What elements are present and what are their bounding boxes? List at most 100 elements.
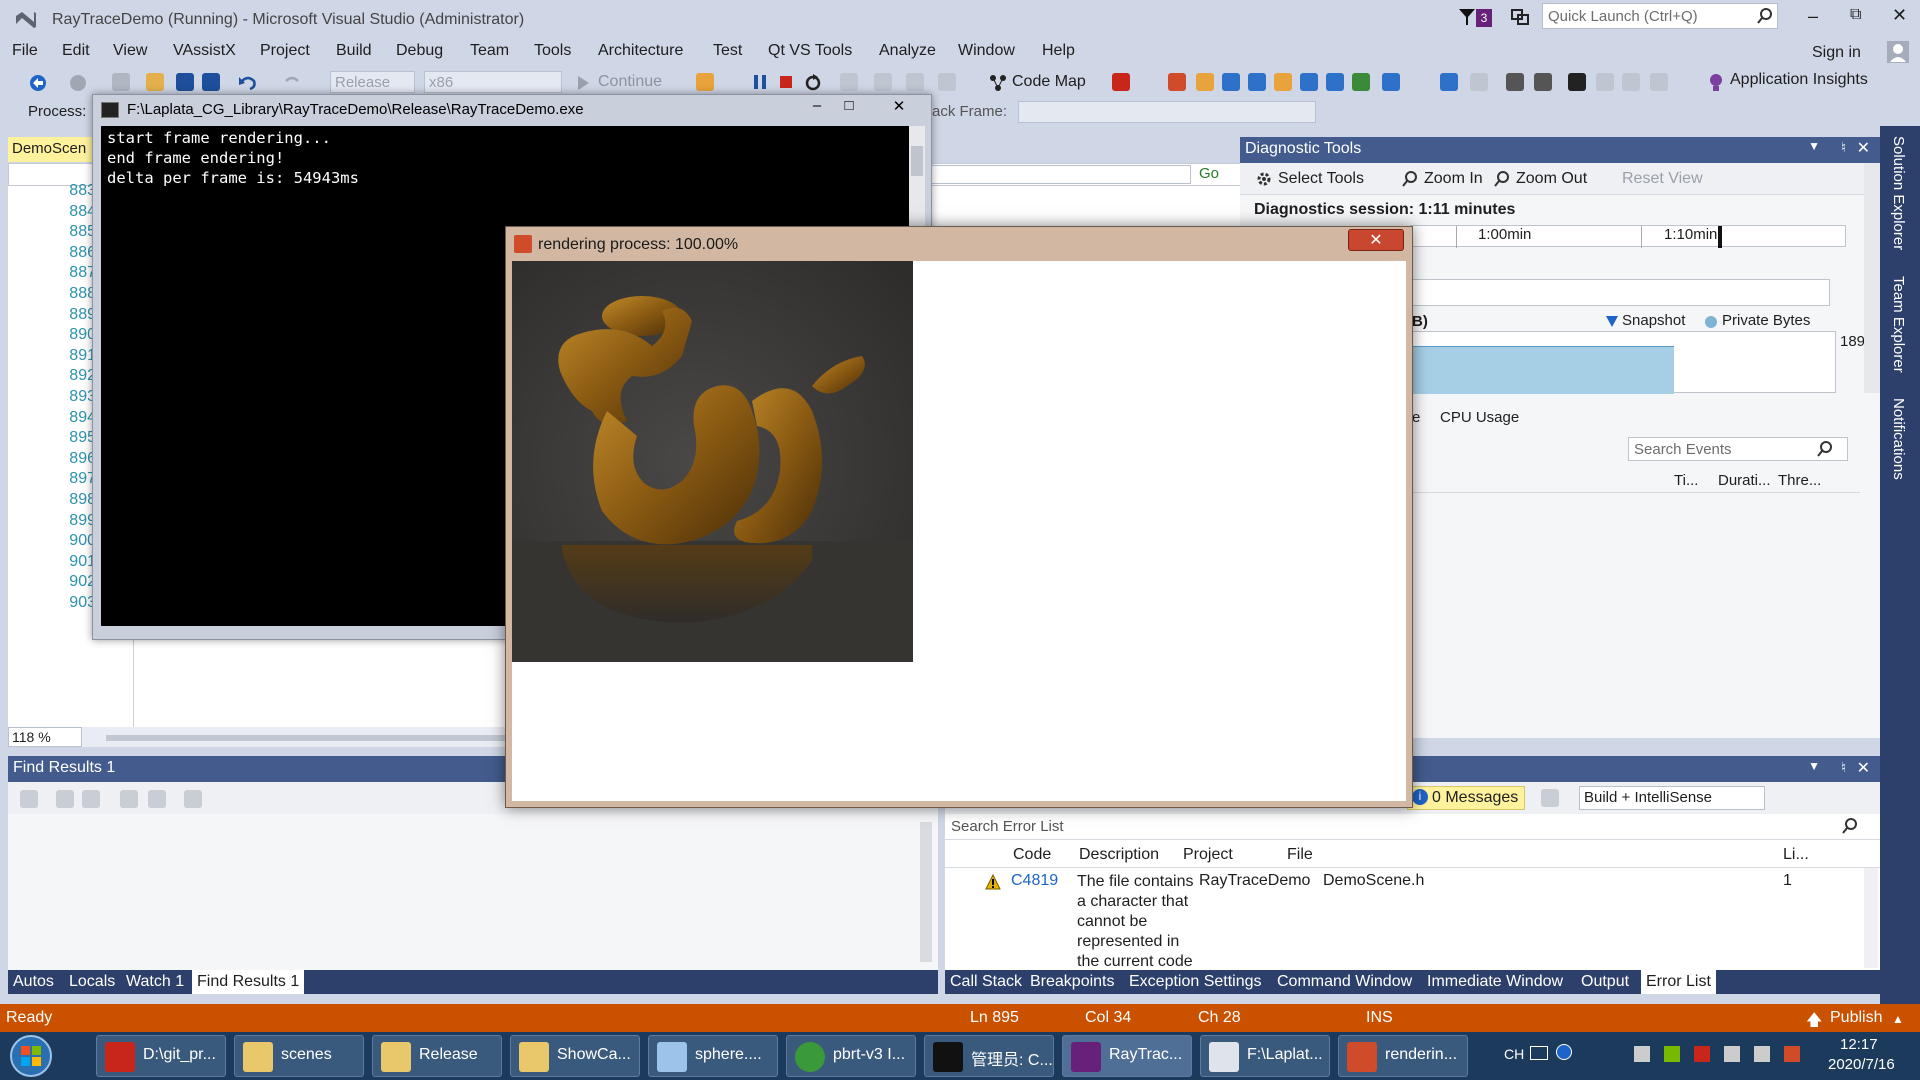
console-scroll-thumb[interactable]: [911, 146, 923, 176]
panel-menu-icon[interactable]: ▼: [1808, 759, 1820, 773]
back-icon[interactable]: [28, 73, 48, 93]
menu-test[interactable]: Test: [713, 42, 742, 60]
vassist-icon-7[interactable]: [1326, 73, 1344, 91]
close-button[interactable]: ✕: [1892, 5, 1907, 26]
next-location-icon[interactable]: [82, 790, 100, 808]
quick-launch-input[interactable]: Quick Launch (Ctrl+Q): [1542, 3, 1778, 29]
new-project-icon[interactable]: [112, 73, 130, 91]
tab-breakpoints[interactable]: Breakpoints: [1030, 973, 1115, 991]
step-out-icon[interactable]: [938, 73, 956, 91]
notifications-tab[interactable]: Notifications: [1890, 398, 1907, 480]
app-insights-icon[interactable]: [1708, 73, 1724, 93]
step-over-icon[interactable]: [906, 73, 924, 91]
volume-icon[interactable]: [1634, 1046, 1650, 1062]
zoom-out-button[interactable]: Zoom Out: [1516, 170, 1587, 188]
panel-menu-icon[interactable]: ▼: [1808, 139, 1820, 153]
battery-icon[interactable]: [1784, 1046, 1800, 1062]
restore-button[interactable]: ⧉: [1850, 6, 1861, 24]
breakpoints-icon[interactable]: [1112, 73, 1130, 91]
menu-team[interactable]: Team: [470, 42, 509, 60]
tab-immediate-window[interactable]: Immediate Window: [1427, 973, 1563, 991]
error-row[interactable]: C4819 The file contains a character that…: [945, 868, 1863, 970]
prev-bookmark-icon[interactable]: [1596, 73, 1614, 91]
stop-icon[interactable]: [778, 74, 794, 90]
vassist-icon-8[interactable]: [1352, 73, 1370, 91]
reset-view-button[interactable]: Reset View: [1622, 170, 1703, 188]
render-canvas[interactable]: [512, 261, 1406, 801]
tab-partial[interactable]: e: [1412, 409, 1420, 426]
taskbar-sphere-file[interactable]: sphere....: [648, 1035, 778, 1077]
messages-filter-button[interactable]: i 0 Messages: [1407, 786, 1525, 810]
indent-icon[interactable]: [1440, 73, 1458, 91]
search-events-input[interactable]: Search Events: [1628, 437, 1848, 461]
publish-button[interactable]: Publish: [1830, 1009, 1882, 1027]
tab-cpu-usage[interactable]: CPU Usage: [1440, 409, 1519, 426]
vassist-icon-4[interactable]: [1248, 73, 1266, 91]
taskbar-git-project[interactable]: D:\git_pr...: [96, 1035, 226, 1077]
menu-qt-vs-tools[interactable]: Qt VS Tools: [768, 42, 852, 60]
pause-icon[interactable]: [752, 74, 768, 90]
find-results-scrollbar[interactable]: [920, 822, 932, 962]
comment-icon[interactable]: [1506, 73, 1524, 91]
taskbar-chrome-pbrt[interactable]: pbrt-v3 I...: [786, 1035, 916, 1077]
horizontal-scrollbar[interactable]: [106, 735, 506, 741]
menu-file[interactable]: File: [12, 42, 38, 60]
platform-dropdown[interactable]: x86: [424, 71, 562, 93]
editor-tab-demoscene[interactable]: DemoScen: [8, 137, 94, 162]
filter-icon[interactable]: [1541, 789, 1559, 807]
tab-watch-1[interactable]: Watch 1: [126, 973, 184, 991]
close-panel-icon[interactable]: ✕: [1857, 758, 1870, 778]
app-insights-button[interactable]: Application Insights: [1730, 71, 1868, 89]
show-next-statement-icon[interactable]: [840, 73, 858, 91]
select-tools-button[interactable]: Select Tools: [1278, 170, 1364, 188]
column-line[interactable]: Li...: [1783, 846, 1809, 864]
events-track[interactable]: [1410, 279, 1830, 306]
stop-find-icon[interactable]: [184, 790, 202, 808]
menu-tools[interactable]: Tools: [534, 42, 571, 60]
forward-icon[interactable]: [68, 73, 88, 93]
help-icon[interactable]: [1556, 1044, 1572, 1060]
account-icon[interactable]: [1886, 40, 1910, 64]
diagnostic-scrollbar[interactable]: [1864, 163, 1880, 393]
tab-call-stack[interactable]: Call Stack: [950, 973, 1022, 991]
uncomment-icon[interactable]: [1534, 73, 1552, 91]
column-code[interactable]: Code: [1013, 846, 1051, 864]
continue-button[interactable]: Continue: [598, 73, 662, 91]
menu-project[interactable]: Project: [260, 42, 310, 60]
menu-window[interactable]: Window: [958, 42, 1015, 60]
error-list-scrollbar[interactable]: [1864, 868, 1878, 968]
tab-autos[interactable]: Autos: [13, 973, 54, 991]
keyboard-icon[interactable]: [1530, 1046, 1548, 1060]
member-dropdown[interactable]: [929, 165, 1191, 184]
close-panel-icon[interactable]: ✕: [1857, 138, 1870, 158]
menu-help[interactable]: Help: [1042, 42, 1075, 60]
next-bookmark-icon[interactable]: [1622, 73, 1640, 91]
network-icon[interactable]: [1724, 1046, 1740, 1062]
memory-chart[interactable]: [1410, 331, 1836, 394]
clear-all-icon[interactable]: [120, 790, 138, 808]
code-map-button[interactable]: Code Map: [1012, 73, 1086, 91]
undo-icon[interactable]: [238, 73, 258, 93]
vassist-icon-3[interactable]: [1222, 73, 1240, 91]
tab-find-results-1[interactable]: Find Results 1: [192, 970, 305, 994]
save-icon[interactable]: [176, 73, 194, 91]
pin-icon[interactable]: ♮: [1841, 759, 1846, 776]
menu-view[interactable]: View: [113, 42, 147, 60]
console-minimize-button[interactable]: –: [803, 97, 831, 117]
configuration-dropdown[interactable]: Release: [330, 71, 415, 93]
render-close-button[interactable]: ✕: [1348, 229, 1404, 251]
sign-in-link[interactable]: Sign in: [1812, 44, 1861, 62]
code-map-icon[interactable]: [988, 73, 1008, 93]
taskbar-command-prompt[interactable]: 管理员: C...: [924, 1035, 1054, 1077]
attach-icon[interactable]: [696, 73, 714, 91]
minimize-button[interactable]: –: [1808, 6, 1818, 27]
render-window[interactable]: rendering process: 100.00% ✕: [505, 226, 1413, 808]
signal-icon[interactable]: [1754, 1046, 1770, 1062]
vassist-icon-5[interactable]: [1274, 73, 1292, 91]
prev-location-icon[interactable]: [56, 790, 74, 808]
taskbar-showcase-folder[interactable]: ShowCa...: [510, 1035, 640, 1077]
restart-icon[interactable]: [804, 73, 822, 91]
taskbar-release-folder[interactable]: Release: [372, 1035, 502, 1077]
console-close-button[interactable]: ✕: [879, 97, 919, 117]
clock-time[interactable]: 12:17: [1840, 1036, 1878, 1053]
